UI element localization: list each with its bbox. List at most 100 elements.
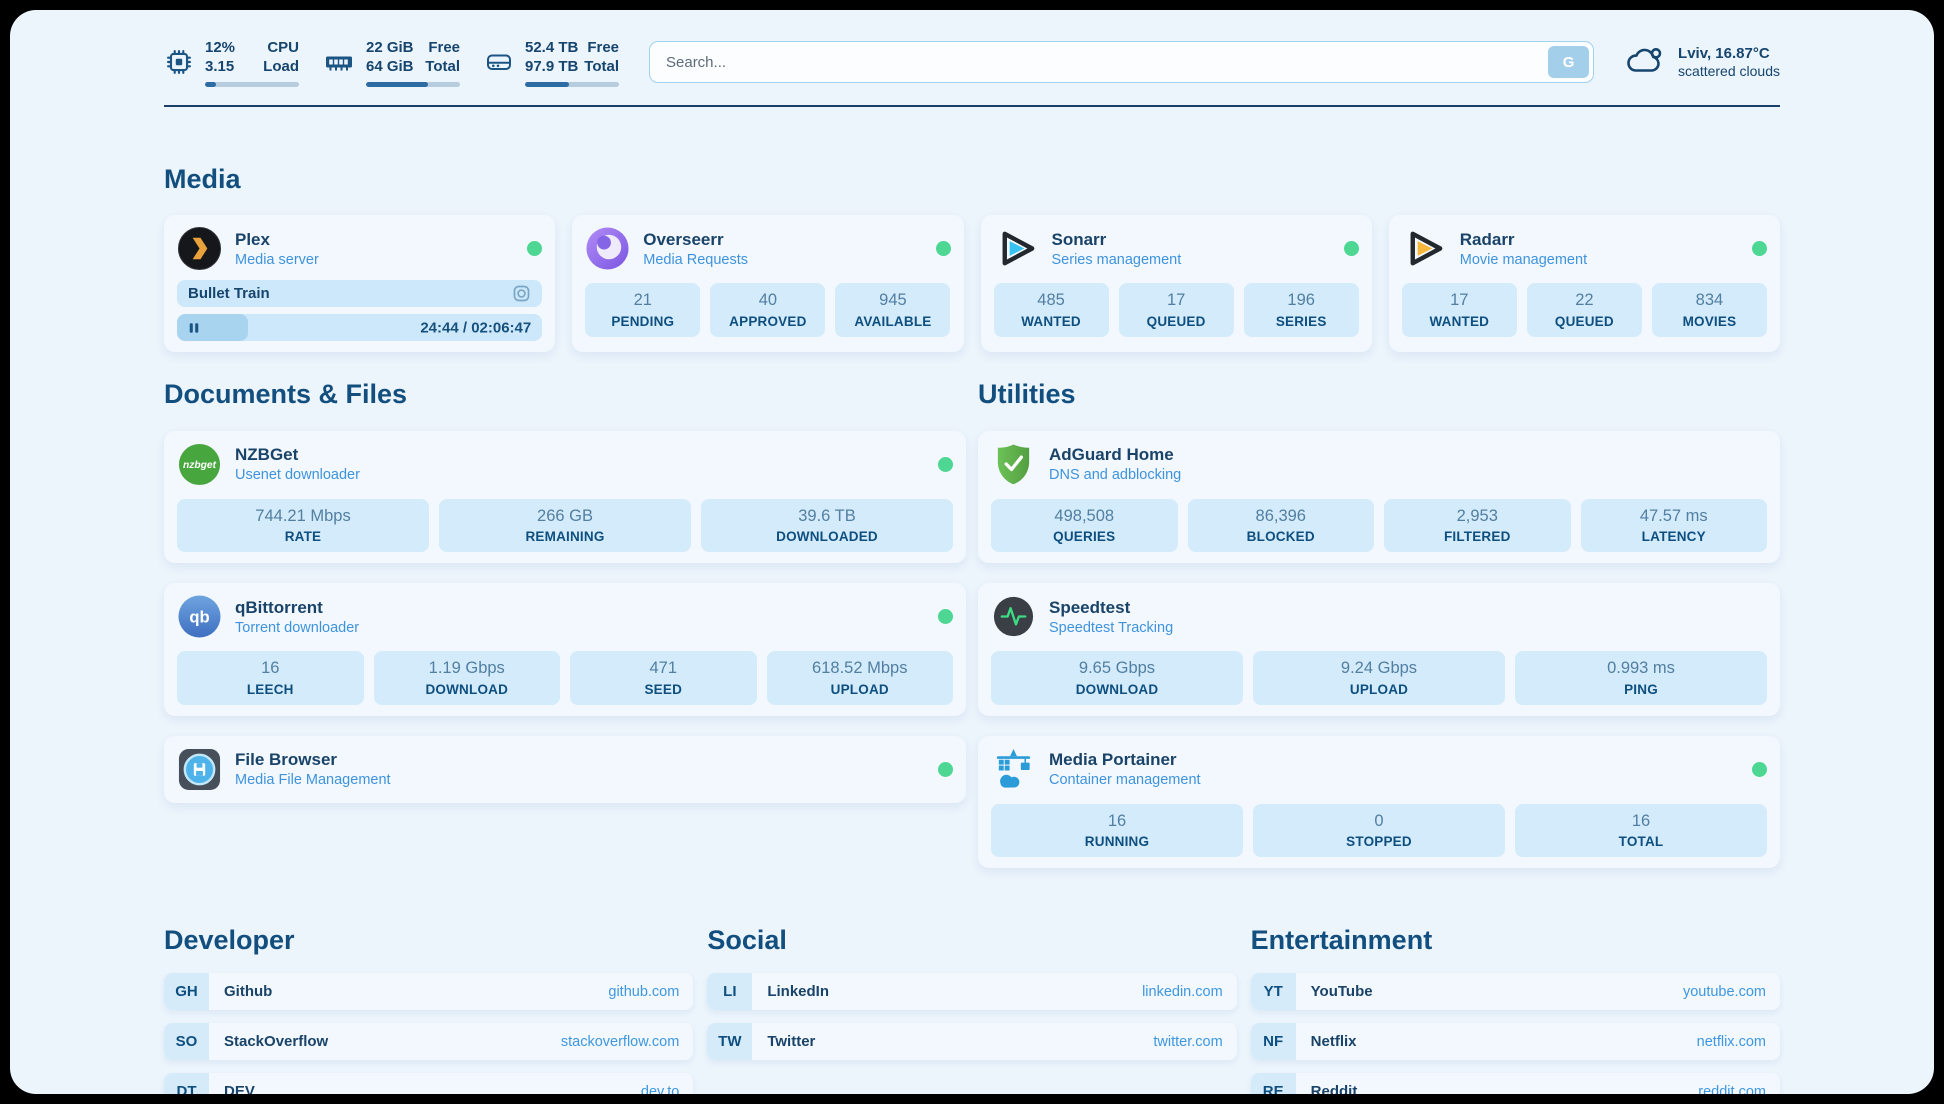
cpu-load-label: Load (263, 57, 299, 77)
app-subtitle: Speedtest Tracking (1049, 619, 1173, 637)
entertainment-section: Entertainment YT YouTube youtube.com NF … (1251, 924, 1780, 1094)
link-github[interactable]: GH Github github.com (164, 973, 693, 1010)
ram-total-label: Total (425, 57, 460, 77)
plex-icon (177, 226, 222, 271)
section-title-social: Social (707, 924, 1236, 956)
link-badge: RE (1251, 1073, 1296, 1094)
social-section: Social LI LinkedIn linkedin.com TW Twitt… (707, 924, 1236, 1094)
stat-box: 16 RUNNING (991, 804, 1243, 857)
header-divider (164, 105, 1780, 107)
weather-location-temp: Lviv, 16.87°C (1678, 45, 1780, 62)
stat-box: 498,508 QUERIES (991, 499, 1178, 552)
app-subtitle: Torrent downloader (235, 619, 359, 637)
cpu-icon (164, 47, 194, 77)
link-linkedin[interactable]: LI LinkedIn linkedin.com (707, 973, 1236, 1010)
documents-column: Documents & Files nzbget NZBGet Usenet d… (164, 378, 966, 888)
section-title-documents: Documents & Files (164, 378, 966, 410)
ram-icon (323, 47, 355, 77)
ram-free-label: Free (428, 38, 460, 58)
link-badge: LI (707, 973, 752, 1010)
media-card-grid: Plex Media server Bullet Train (164, 215, 1780, 352)
link-badge: YT (1251, 973, 1296, 1010)
dashboard-page: 12% CPU 3.15 Load (10, 10, 1934, 1094)
stat-box: 16 LEECH (177, 651, 364, 704)
status-online-dot (1344, 241, 1359, 256)
status-online-dot (1752, 762, 1767, 777)
app-name: Plex (235, 229, 319, 250)
stat-box: 2,953 FILTERED (1384, 499, 1571, 552)
disk-total-label: Total (584, 57, 619, 77)
link-name: LinkedIn (767, 983, 829, 1000)
portainer-icon (991, 747, 1036, 792)
now-playing-bar: Bullet Train (177, 280, 542, 307)
developer-section: Developer GH Github github.com SO StackO… (164, 924, 693, 1094)
link-url: reddit.com (1698, 1084, 1780, 1094)
svg-text:nzbget: nzbget (183, 460, 217, 471)
status-online-dot (938, 762, 953, 777)
qbittorrent-card[interactable]: qb qBittorrent Torrent downloader 16 LEE… (164, 583, 966, 715)
ram-widget: 22 GiB Free 64 GiB Total (323, 38, 460, 87)
link-badge: GH (164, 973, 209, 1010)
status-online-dot (936, 241, 951, 256)
cloud-icon (1624, 43, 1666, 82)
link-badge: DT (164, 1073, 209, 1094)
app-name: Media Portainer (1049, 749, 1201, 770)
link-name: StackOverflow (224, 1033, 328, 1050)
speedtest-card[interactable]: Speedtest Speedtest Tracking 9.65 Gbps D… (978, 583, 1780, 715)
cpu-load-value: 3.15 (205, 57, 234, 77)
adguard-card[interactable]: AdGuard Home DNS and adblocking 498,508 … (978, 431, 1780, 563)
app-subtitle: Usenet downloader (235, 466, 360, 484)
speedtest-icon (991, 594, 1036, 639)
link-stackoverflow[interactable]: SO StackOverflow stackoverflow.com (164, 1023, 693, 1060)
sonarr-card[interactable]: Sonarr Series management 485 WANTED 17 Q… (981, 215, 1372, 352)
radarr-card[interactable]: Radarr Movie management 17 WANTED 22 QUE… (1389, 215, 1780, 352)
stat-box: 485 WANTED (994, 283, 1109, 336)
link-url: netflix.com (1697, 1034, 1780, 1050)
link-twitter[interactable]: TW Twitter twitter.com (707, 1023, 1236, 1060)
overseerr-card[interactable]: Overseerr Media Requests 21 PENDING 40 A… (572, 215, 963, 352)
app-name: NZBGet (235, 444, 360, 465)
stat-box: 196 SERIES (1244, 283, 1359, 336)
stat-box: 618.52 Mbps UPLOAD (767, 651, 954, 704)
disk-free-value: 52.4 TB (525, 38, 578, 58)
stat-box: 9.24 Gbps UPLOAD (1253, 651, 1505, 704)
section-title-entertainment: Entertainment (1251, 924, 1780, 956)
plex-card[interactable]: Plex Media server Bullet Train (164, 215, 555, 352)
link-badge: TW (707, 1023, 752, 1060)
stat-box: 40 APPROVED (710, 283, 825, 336)
nzbget-icon: nzbget (177, 442, 222, 487)
app-subtitle: Media File Management (235, 771, 391, 789)
cpu-widget: 12% CPU 3.15 Load (164, 38, 299, 87)
weather-widget: Lviv, 16.87°C scattered clouds (1624, 43, 1780, 82)
cpu-label: CPU (267, 38, 299, 58)
link-youtube[interactable]: YT YouTube youtube.com (1251, 973, 1780, 1010)
disk-icon (484, 47, 514, 77)
search-engine-button[interactable]: G (1548, 46, 1589, 78)
section-title-media: Media (164, 163, 1780, 195)
link-reddit[interactable]: RE Reddit reddit.com (1251, 1073, 1780, 1094)
app-name: qBittorrent (235, 597, 359, 618)
search-input[interactable] (649, 41, 1594, 83)
app-name: Speedtest (1049, 597, 1173, 618)
link-url: youtube.com (1683, 984, 1780, 1000)
link-url: linkedin.com (1142, 984, 1237, 1000)
filebrowser-icon (177, 747, 222, 792)
filebrowser-card[interactable]: File Browser Media File Management (164, 736, 966, 803)
stat-box: 16 TOTAL (1515, 804, 1767, 857)
link-badge: SO (164, 1023, 209, 1060)
search-bar: G (649, 41, 1594, 83)
link-name: Netflix (1311, 1033, 1357, 1050)
app-name: Radarr (1460, 229, 1587, 250)
app-subtitle: DNS and adblocking (1049, 466, 1181, 484)
link-netflix[interactable]: NF Netflix netflix.com (1251, 1023, 1780, 1060)
link-url: github.com (608, 984, 693, 1000)
link-url: twitter.com (1153, 1034, 1236, 1050)
nzbget-card[interactable]: nzbget NZBGet Usenet downloader 744.21 M… (164, 431, 966, 563)
app-name: Sonarr (1052, 229, 1182, 250)
pause-icon[interactable] (188, 321, 200, 334)
playback-progress-bar: 24:44 / 02:06:47 (177, 314, 542, 341)
top-bar: 12% CPU 3.15 Load (164, 34, 1780, 90)
link-dev[interactable]: DT DEV dev.to (164, 1073, 693, 1094)
portainer-card[interactable]: Media Portainer Container management 16 … (978, 736, 1780, 868)
stat-box: 17 QUEUED (1119, 283, 1234, 336)
